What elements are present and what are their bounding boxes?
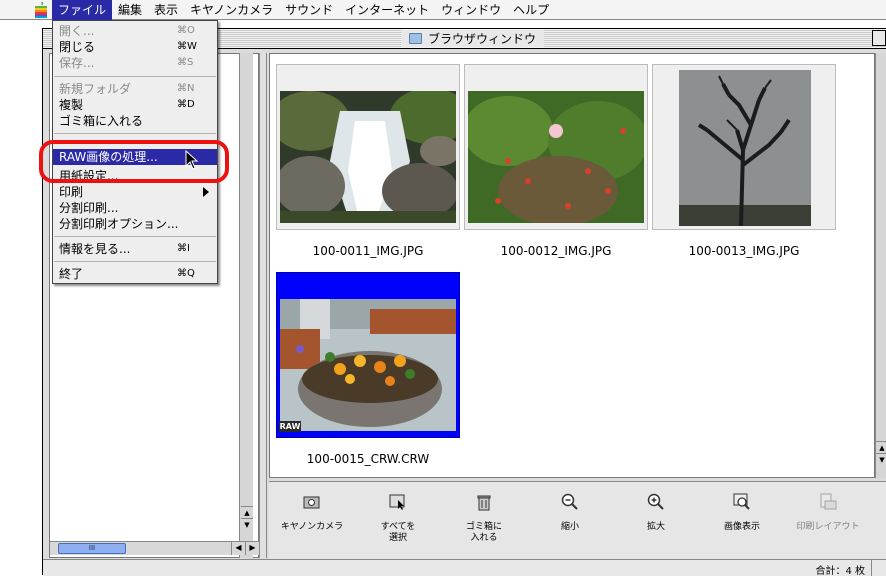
- select-all-icon: [388, 492, 408, 512]
- menu-item-quit[interactable]: 終了 ⌘Q: [53, 266, 217, 282]
- view-image-button[interactable]: 画像表示: [701, 482, 783, 560]
- menu-item-split-print-options[interactable]: 分割印刷オプション...: [53, 216, 217, 232]
- menu-item-duplicate[interactable]: 複製 ⌘D: [53, 97, 217, 113]
- folder-tree-vscroll[interactable]: ▲ ▼: [239, 53, 253, 558]
- view-image-icon: [732, 492, 752, 512]
- menu-separator: [54, 236, 216, 237]
- menu-window[interactable]: ウィンドウ: [435, 0, 507, 20]
- menu-separator: [54, 261, 216, 262]
- scroll-up-arrow-icon[interactable]: ▲: [876, 441, 886, 453]
- waterfall-photo: [280, 91, 456, 223]
- scroll-up-arrow-icon[interactable]: ▲: [241, 506, 253, 518]
- scroll-left-arrow-icon[interactable]: ◀: [231, 542, 245, 555]
- trash-icon: [474, 492, 494, 512]
- hscroll-thumb[interactable]: III: [58, 543, 126, 554]
- trash-label: ゴミ箱に 入れる: [465, 522, 502, 543]
- menu-item-get-info[interactable]: 情報を見る... ⌘I: [53, 241, 217, 257]
- browser-toolbar: キヤノンカメラ すべてを 選択 ゴミ箱に 入れる 縮小 拡大 画像表示 印刷レイ…: [269, 481, 886, 559]
- thumbnail-item[interactable]: 100-0012_IMG.JPG: [462, 62, 650, 262]
- select-all-label: すべてを 選択: [380, 522, 416, 543]
- menu-item-print[interactable]: 印刷: [53, 184, 217, 200]
- pane-divider[interactable]: [259, 53, 267, 558]
- window-title: ブラウザウィンドウ: [401, 30, 545, 47]
- resize-grip-icon[interactable]: [871, 560, 886, 576]
- menu-item-move-to-trash[interactable]: ゴミ箱に入れる: [53, 113, 217, 129]
- zoom-out-button[interactable]: 縮小: [529, 482, 611, 560]
- zoom-in-label: 拡大: [646, 522, 665, 532]
- flower-bush-photo: [468, 91, 644, 223]
- zoom-out-label: 縮小: [560, 522, 579, 532]
- thumbnail-item-selected[interactable]: RAW 100-0015_CRW.CRW: [274, 270, 462, 470]
- thumbnail-frame[interactable]: RAW: [276, 272, 460, 438]
- menu-canon-camera[interactable]: キヤノンカメラ: [184, 0, 279, 20]
- submenu-arrow-icon: [203, 187, 209, 197]
- canon-camera-button[interactable]: キヤノンカメラ: [271, 482, 353, 560]
- scroll-right-arrow-icon[interactable]: ▶: [245, 542, 259, 555]
- folder-tree-hscroll[interactable]: III ◀ ▶: [50, 541, 259, 555]
- thumbnail-filename: 100-0012_IMG.JPG: [500, 244, 612, 258]
- thumbnail-filename: 100-0015_CRW.CRW: [306, 452, 430, 466]
- window-title-text: ブラウザウィンドウ: [428, 32, 537, 46]
- camera-icon: [302, 492, 322, 512]
- canon-camera-label: キヤノンカメラ: [280, 522, 344, 532]
- menu-view[interactable]: 表示: [148, 0, 184, 20]
- select-all-button[interactable]: すべてを 選択: [357, 482, 439, 560]
- apple-menu-icon[interactable]: [30, 1, 52, 19]
- print-layout-icon: [818, 492, 838, 512]
- thumbnail-filename: 100-0013_IMG.JPG: [688, 244, 800, 258]
- trash-button[interactable]: ゴミ箱に 入れる: [443, 482, 525, 560]
- menu-file[interactable]: ファイル: [52, 0, 113, 20]
- flower-planter-photo: [280, 299, 456, 431]
- menu-edit[interactable]: 編集: [112, 0, 148, 20]
- scroll-down-arrow-icon[interactable]: ▼: [876, 453, 886, 465]
- view-image-label: 画像表示: [723, 522, 760, 532]
- menu-sound[interactable]: サウンド: [279, 0, 339, 20]
- scroll-down-arrow-icon[interactable]: ▼: [241, 518, 253, 530]
- print-layout-button[interactable]: 印刷レイアウト: [787, 482, 869, 560]
- menu-separator: [54, 76, 216, 77]
- status-bar: 合計：4 枚: [43, 559, 886, 577]
- menu-separator: [54, 133, 216, 134]
- highlight-annotation-ring: [39, 140, 229, 183]
- raw-badge: RAW: [279, 421, 301, 432]
- menu-item-open[interactable]: 開く... ⌘O: [53, 23, 217, 39]
- zoom-in-icon: [646, 492, 666, 512]
- thumbnail-frame[interactable]: [276, 64, 460, 230]
- menu-internet[interactable]: インターネット: [339, 0, 435, 20]
- thumbnail-area[interactable]: 100-0011_IMG.JPG 100-0012_IMG.JPG 100-00…: [269, 53, 875, 478]
- menu-item-close[interactable]: 閉じる ⌘W: [53, 39, 217, 55]
- thumbnail-item[interactable]: 100-0013_IMG.JPG: [650, 62, 838, 262]
- zoom-in-button[interactable]: 拡大: [615, 482, 697, 560]
- mouse-pointer-icon: [185, 150, 199, 170]
- menu-help[interactable]: ヘルプ: [507, 0, 555, 20]
- thumbnail-frame[interactable]: [652, 64, 836, 230]
- thumbnail-filename: 100-0011_IMG.JPG: [312, 244, 424, 258]
- print-layout-label: 印刷レイアウト: [796, 522, 860, 532]
- menu-item-new-folder[interactable]: 新規フォルダ ⌘N: [53, 81, 217, 97]
- menu-item-save[interactable]: 保存... ⌘S: [53, 55, 217, 71]
- thumbnail-item[interactable]: 100-0011_IMG.JPG: [274, 62, 462, 262]
- window-zoom-box[interactable]: [872, 30, 886, 46]
- menu-item-split-print[interactable]: 分割印刷...: [53, 200, 217, 216]
- thumbnail-frame[interactable]: [464, 64, 648, 230]
- thumbnail-vscroll[interactable]: ▲ ▼: [875, 53, 886, 478]
- menu-bar: ファイル 編集 表示 キヤノンカメラ サウンド インターネット ウィンドウ ヘル…: [0, 0, 886, 20]
- folder-icon: [409, 33, 422, 44]
- zoom-out-icon: [560, 492, 580, 512]
- bare-tree-photo: [679, 70, 811, 226]
